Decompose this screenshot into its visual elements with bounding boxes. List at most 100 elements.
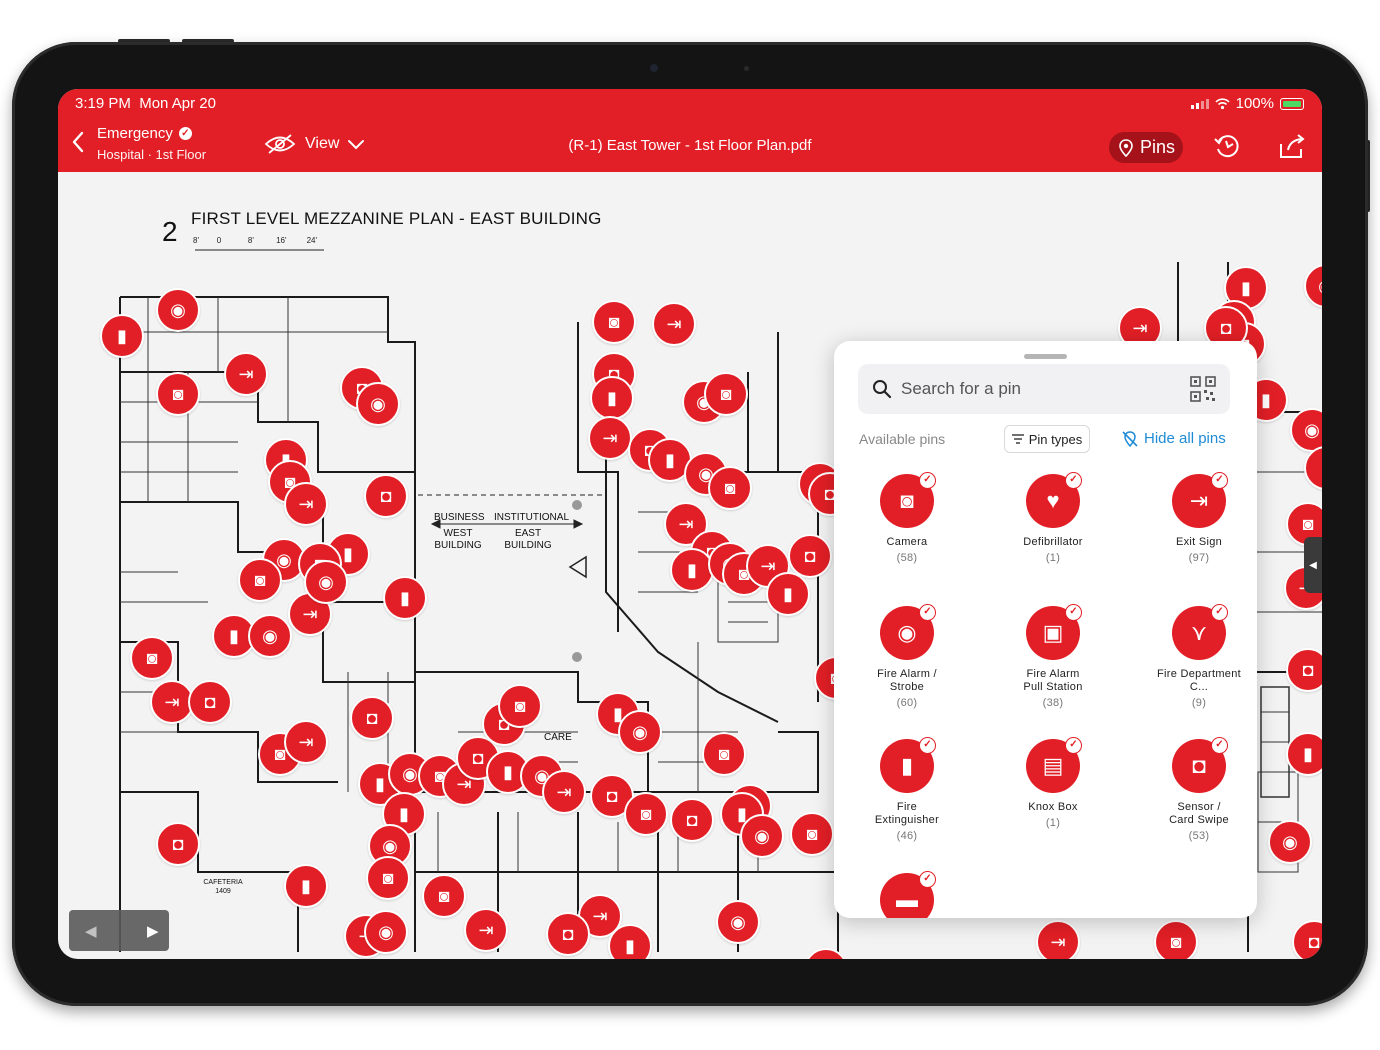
map-pin[interactable]: ◘ (670, 798, 714, 842)
context-title-text: Emergency (97, 125, 173, 142)
pin-search-field[interactable]: Search for a pin (858, 364, 1230, 414)
status-time: 3:19 PM Mon Apr 20 (75, 95, 216, 112)
map-pin[interactable]: ◘ (156, 822, 200, 866)
pin-glyph-icon: ◘ (204, 692, 216, 712)
status-indicators: 100% (1190, 95, 1304, 112)
map-pin[interactable]: ▮ (383, 576, 427, 620)
map-pin[interactable]: ◙ (624, 792, 668, 836)
map-pin[interactable]: ◘ (546, 912, 590, 956)
map-pin[interactable]: ⇥ (284, 720, 328, 764)
battery-percent: 100% (1235, 95, 1274, 112)
map-pin[interactable]: ◙ (498, 684, 542, 728)
map-pin[interactable]: ◘ (1286, 648, 1322, 692)
pin-glyph-icon: ⇥ (556, 782, 572, 802)
pin-type-sensor[interactable]: ◘ ✓ Sensor / Card Swipe (53) (1126, 737, 1257, 842)
hide-all-pins-button[interactable]: Hide all pins (1122, 430, 1226, 447)
pin-glyph-icon: ◙ (146, 648, 158, 668)
back-chevron-icon[interactable] (66, 127, 94, 157)
pin-type-partial[interactable]: ▬ ✓ (834, 871, 980, 918)
fire-dept-connection-icon: ⋎ ✓ (1172, 604, 1228, 660)
map-pin[interactable]: ◙ (702, 732, 746, 776)
map-pin[interactable]: ⇥ (652, 302, 696, 346)
context-subtitle: Hospital · 1st Floor (97, 147, 207, 162)
pin-type-fire-dept-connection[interactable]: ⋎ ✓ Fire Department C... (9) (1126, 604, 1257, 709)
pin-type-fire-alarm[interactable]: ◉ ✓ Fire Alarm / Strobe (60) (834, 604, 980, 709)
map-pin[interactable]: ◉ (740, 814, 784, 858)
pins-button[interactable]: Pins (1109, 132, 1183, 163)
pin-glyph-icon: ◙ (718, 744, 730, 764)
previous-page-icon[interactable]: ◀ (85, 922, 97, 940)
pin-glyph-icon: ◘ (472, 748, 484, 768)
verified-icon: ✓ (178, 127, 192, 140)
map-pin[interactable]: ◘ (350, 696, 394, 740)
map-pin[interactable]: ◙ (592, 300, 636, 344)
map-pin[interactable]: ⇥ (224, 352, 268, 396)
top-bar: 3:19 PM Mon Apr 20 100% Emergency ✓ Hosp… (58, 89, 1322, 172)
checkmark-icon: ✓ (919, 472, 936, 489)
map-pin[interactable]: ▮ (284, 864, 328, 908)
pin-type-knox-box[interactable]: ▤ ✓ Knox Box (1) (980, 737, 1126, 829)
map-pin[interactable]: ◘ (188, 680, 232, 724)
map-pin[interactable]: ◉ (356, 382, 400, 426)
map-pin[interactable]: ◙ (708, 466, 752, 510)
map-pin[interactable]: ⇥ (542, 770, 586, 814)
pin-location-icon (1119, 138, 1133, 157)
map-pin[interactable]: ▮ (1286, 732, 1322, 776)
share-icon[interactable] (1277, 132, 1307, 160)
map-pin[interactable]: ◙ (1154, 920, 1198, 959)
map-pin[interactable]: ◉ (618, 710, 662, 754)
map-pin[interactable]: ◉ (716, 900, 760, 944)
map-pin[interactable]: ◙ (156, 372, 200, 416)
pin-glyph-icon: ⇥ (760, 556, 776, 576)
pin-glyph-icon: ⇥ (666, 314, 682, 334)
sheet-grabber[interactable] (1024, 354, 1067, 359)
context-title[interactable]: Emergency ✓ (97, 125, 192, 142)
map-pin[interactable]: ⇥ (1036, 920, 1080, 959)
map-pin[interactable]: ◘ (364, 474, 408, 518)
pin-glyph-icon: ▮ (1261, 390, 1271, 410)
view-menu-button[interactable]: View (263, 133, 365, 155)
map-pin[interactable]: ⇥ (464, 908, 508, 952)
exit-sign-icon: ⇥ ✓ (1172, 472, 1228, 528)
view-label: View (305, 135, 340, 152)
map-pin[interactable]: ◙ (366, 856, 410, 900)
pin-types-button[interactable]: Pin types (1004, 425, 1090, 453)
map-pin[interactable]: ◙ (422, 874, 466, 918)
pin-type-fire-extinguisher[interactable]: ▮ ✓ Fire Extinguisher (46) (834, 737, 980, 842)
map-pin[interactable]: ◙ (704, 372, 748, 416)
map-pin[interactable]: ◉ (304, 560, 348, 604)
map-pin[interactable]: ◉ (364, 910, 408, 954)
pin-glyph-icon: ⇥ (1050, 932, 1066, 952)
pin-type-count: (1) (1045, 817, 1061, 829)
search-placeholder: Search for a pin (901, 379, 1022, 398)
map-pin[interactable]: ◉ (1268, 820, 1312, 864)
history-icon[interactable] (1213, 132, 1243, 160)
pin-type-count: (38) (1042, 697, 1064, 709)
qr-code-icon[interactable] (1190, 376, 1216, 402)
pin-glyph-icon: ◙ (382, 868, 394, 888)
map-pin[interactable]: ▮ (670, 548, 714, 592)
pin-glyph-icon: ◙ (1170, 932, 1182, 952)
map-pin[interactable]: ◙ (790, 812, 834, 856)
map-pin[interactable]: ◉ (248, 614, 292, 658)
map-pin[interactable]: ▮ (766, 572, 810, 616)
map-pin[interactable]: ◘ (788, 534, 832, 578)
next-page-icon[interactable]: ▶ (147, 922, 159, 940)
map-pin[interactable]: ▮ (590, 376, 634, 420)
map-pin[interactable]: ⇥ (284, 482, 328, 526)
map-pin[interactable]: ▮ (100, 314, 144, 358)
checkmark-icon: ✓ (919, 604, 936, 621)
pin-type-pull-station[interactable]: ▣ ✓ Fire Alarm Pull Station (38) (980, 604, 1126, 709)
map-pin[interactable]: ◉ (156, 288, 200, 332)
pin-type-exit-sign[interactable]: ⇥ ✓ Exit Sign (97) (1126, 472, 1257, 564)
pin-type-camera[interactable]: ◙ ✓ Camera (58) (834, 472, 980, 564)
map-pin[interactable]: ◙ (238, 558, 282, 602)
pin-glyph-icon: ▮ (625, 936, 635, 956)
pin-type-count: (1) (1045, 552, 1061, 564)
map-pin[interactable]: ◙ (130, 636, 174, 680)
pin-type-defibrillator[interactable]: ♥ ✓ Defibrillator (1) (980, 472, 1126, 564)
pin-type-name: Camera (886, 536, 928, 548)
eye-slash-icon (264, 134, 296, 154)
side-panel-toggle[interactable]: ◀ (1304, 537, 1322, 593)
map-pin[interactable]: ⇥ (588, 416, 632, 460)
